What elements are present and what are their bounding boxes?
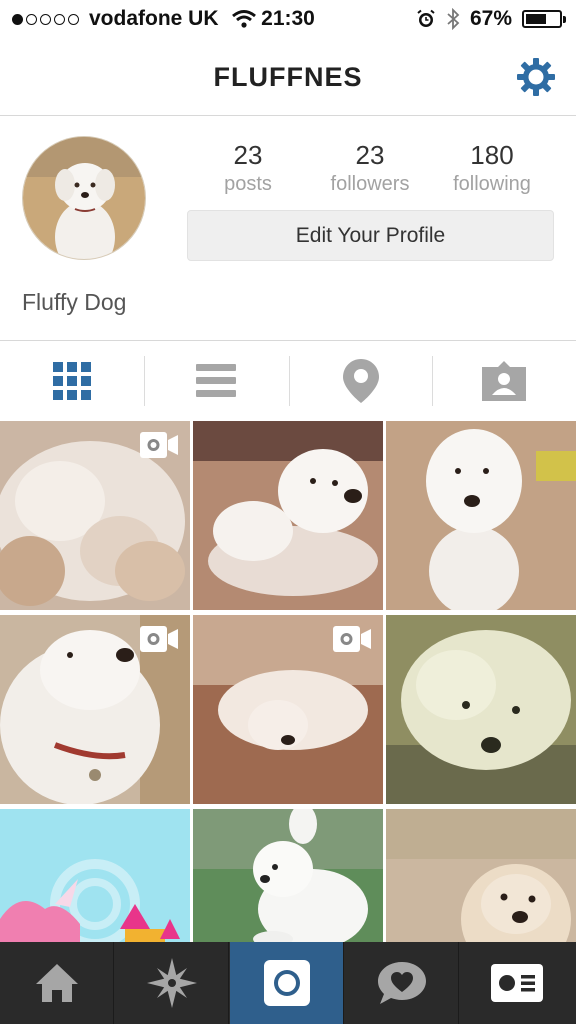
username-title: FLUFFNES [213,62,363,92]
profile-view-tabs [0,341,576,421]
alarm-clock-icon [417,9,435,27]
following-label: following [453,173,531,195]
photo-tile[interactable] [193,421,383,610]
tab-list-view[interactable] [144,341,288,421]
profile-full-name: Fluffy Dog [22,289,127,315]
status-right: 67% [416,7,566,31]
photo-tile[interactable] [386,421,576,610]
activity-icon [377,962,426,1004]
battery-percent: 67% [469,7,512,30]
bottom-tab-bar [0,942,576,1024]
profile-stats: 23 posts 23 followers 180 following [188,140,558,200]
following-count: 180 [470,140,514,170]
status-bar: vodafone UK 21:30 67% [0,0,576,38]
tab-explore[interactable] [115,942,229,1024]
list-icon [196,364,236,397]
gear-icon[interactable] [516,57,556,97]
followers-stat[interactable]: 23 followers [310,140,430,196]
home-icon [35,964,78,1002]
followers-count: 23 [355,140,385,170]
map-pin-icon [343,359,379,403]
posts-stat[interactable]: 23 posts [188,140,308,196]
photo-tile[interactable] [0,421,190,610]
photo-tile[interactable] [0,809,190,942]
posts-label: posts [224,173,272,195]
tab-map-view[interactable] [289,341,433,421]
bluetooth-icon [447,8,460,30]
tab-grid-view[interactable] [0,341,144,421]
video-icon [140,626,178,652]
camera-icon [263,960,310,1006]
grid-icon [53,362,91,400]
photo-tile[interactable] [0,615,190,804]
photo-tile[interactable] [193,615,383,804]
tab-activity[interactable] [345,942,459,1024]
followers-label: followers [330,173,410,195]
photo-grid [0,421,576,942]
battery-icon [522,10,566,28]
posts-count: 23 [233,140,263,170]
avatar[interactable] [22,136,146,260]
following-stat[interactable]: 180 following [432,140,552,196]
profile-card-icon [491,964,543,1002]
explore-icon [146,958,197,1008]
tab-home[interactable] [0,942,114,1024]
photo-tile[interactable] [193,809,383,942]
video-icon [140,432,178,458]
tab-tagged-photos[interactable] [432,341,576,421]
photo-tile[interactable] [386,615,576,804]
photo-tile[interactable] [386,809,576,942]
battery-level [526,14,547,24]
tab-camera[interactable] [230,942,344,1024]
edit-profile-button[interactable]: Edit Your Profile [187,210,554,261]
tab-profile[interactable] [460,942,574,1024]
nav-bar: FLUFFNES [0,38,576,116]
video-icon [333,626,371,652]
tagged-photos-icon [482,361,526,401]
profile-header: 23 posts 23 followers 180 following Edit… [0,116,576,341]
